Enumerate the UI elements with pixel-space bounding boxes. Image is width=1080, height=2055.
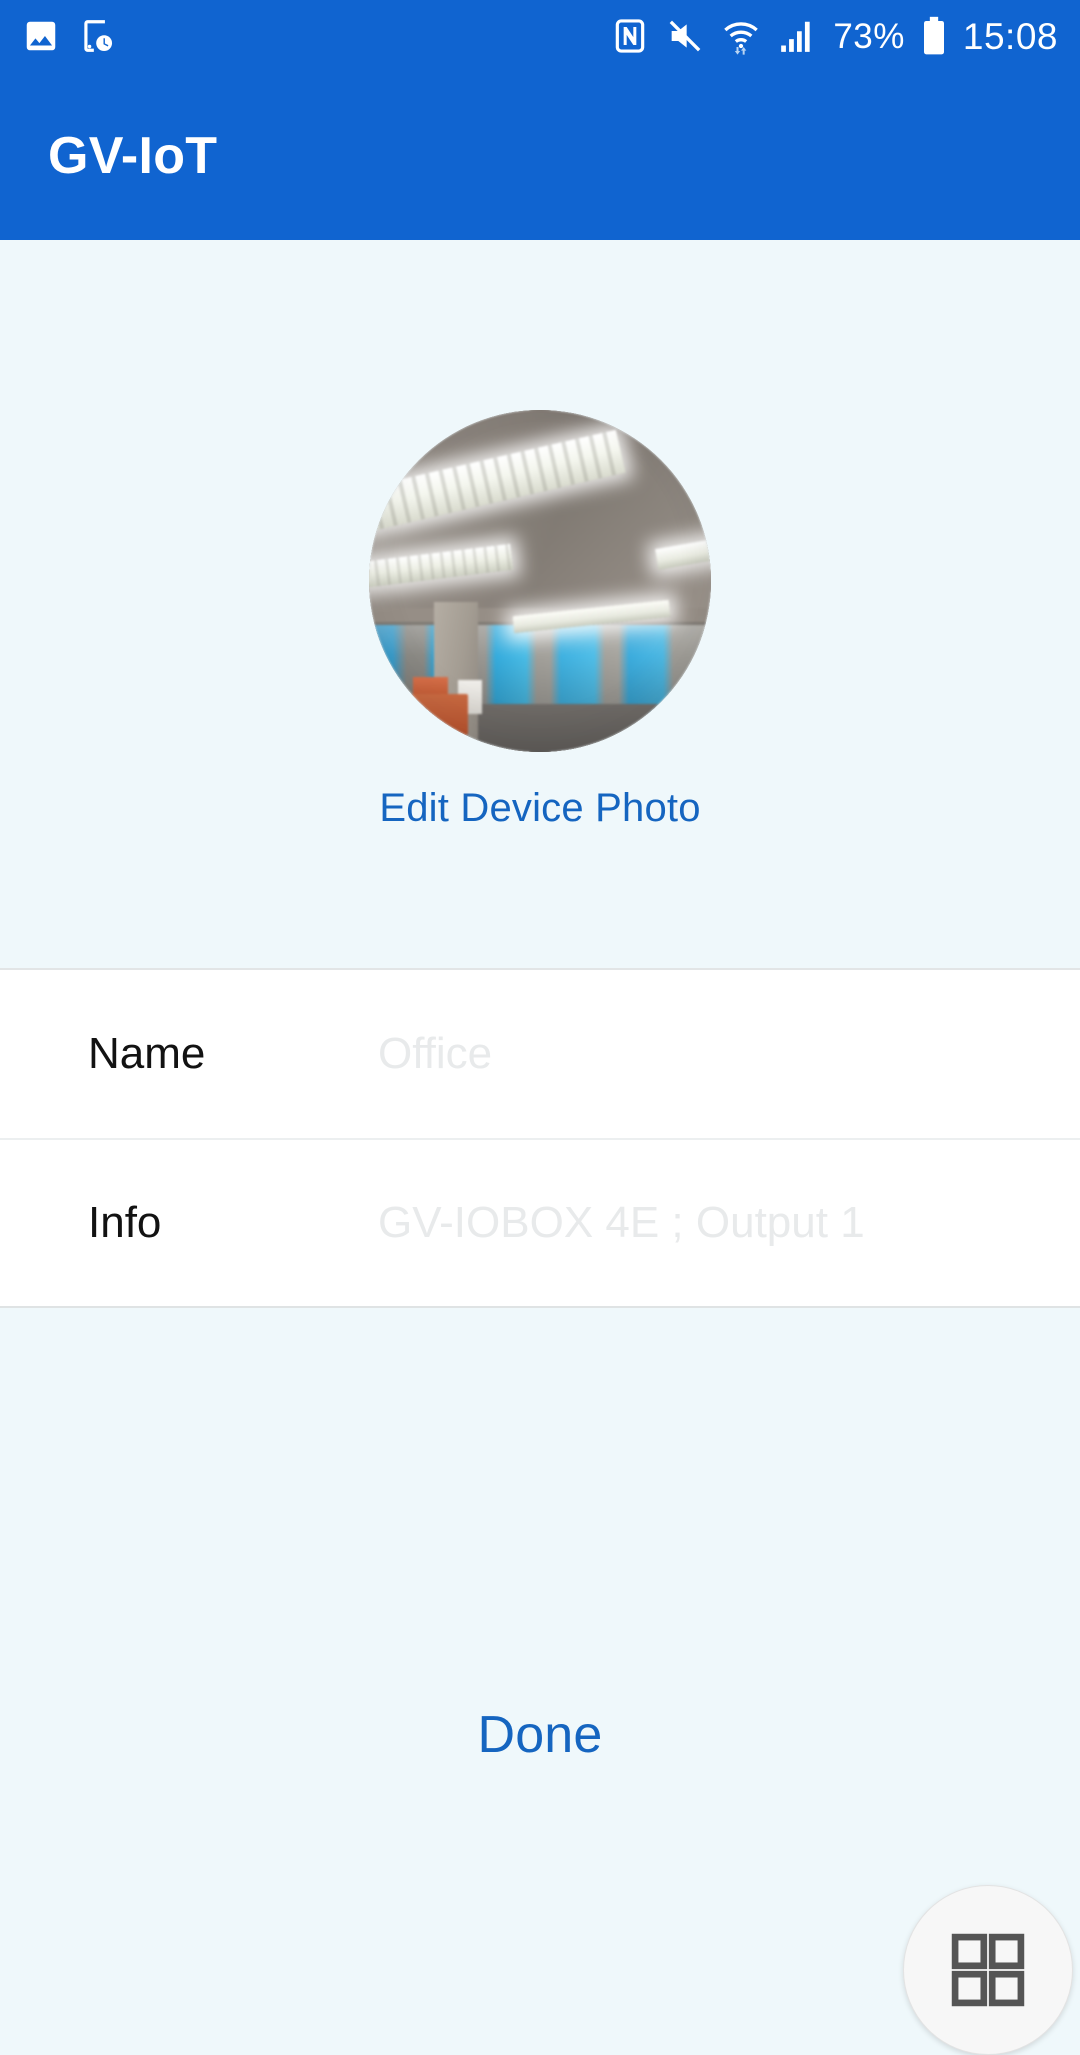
mute-icon [665,16,705,56]
battery-percent-label: 73% [833,16,905,56]
nfc-icon [611,17,649,55]
photo-vignette [369,410,711,752]
wifi-icon [721,16,761,56]
battery-icon [921,16,947,56]
grid-icon [946,1928,1030,2012]
name-label: Name [88,1029,206,1078]
edit-device-photo-link[interactable]: Edit Device Photo [379,786,700,831]
page-content: Edit Device Photo Name Info Done [0,240,1080,2055]
form-row-info[interactable]: Info [0,1138,1080,1306]
device-photo-block: Edit Device Photo [0,240,1080,968]
status-bar: 73% 15:08 [0,0,1080,72]
device-form: Name Info [0,968,1080,1308]
status-bar-right-icons: 73% 15:08 [611,16,1058,56]
app-title: GV-IoT [48,127,218,185]
form-row-name[interactable]: Name [0,970,1080,1138]
info-label: Info [88,1198,162,1247]
grid-view-fab[interactable] [903,1885,1073,2055]
name-input[interactable] [378,1029,1080,1079]
status-bar-left-icons [22,17,116,55]
signal-icon [777,17,817,55]
device-clock-icon [78,17,116,55]
done-button[interactable]: Done [0,1705,1080,1765]
device-photo[interactable] [369,410,711,752]
app-bar: GV-IoT [0,72,1080,240]
info-input[interactable] [378,1198,1080,1248]
image-icon [22,17,60,55]
clock-label: 15:08 [962,15,1058,57]
